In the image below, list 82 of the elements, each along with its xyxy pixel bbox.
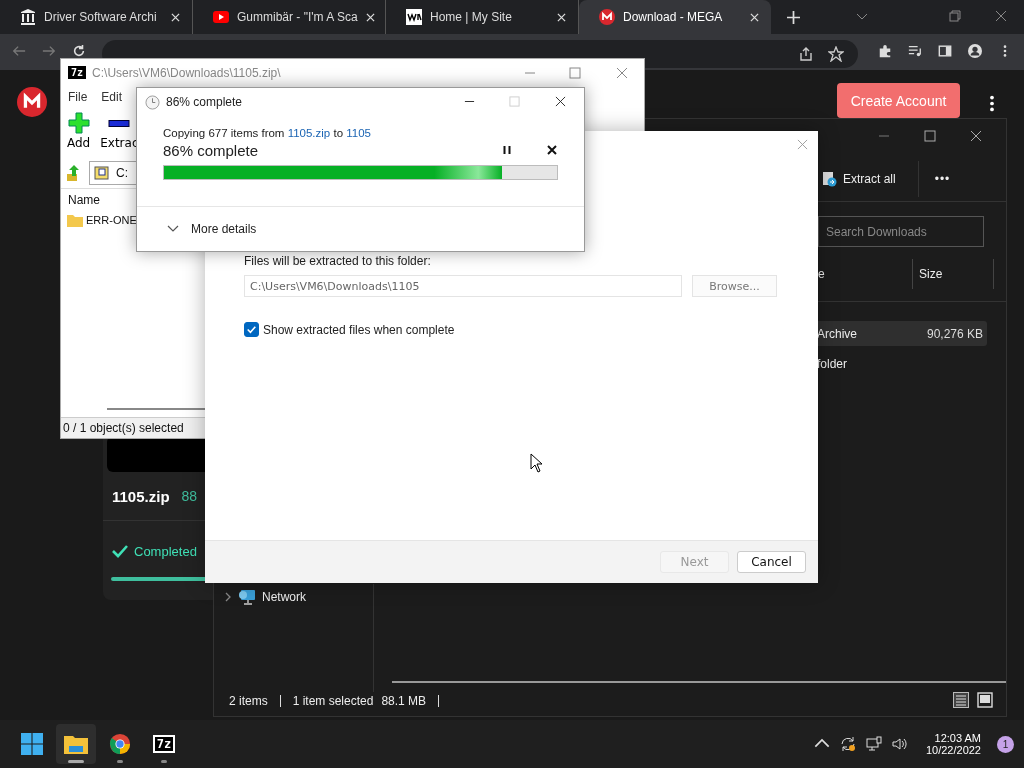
menu-item[interactable]: File xyxy=(68,90,88,104)
cursor-icon xyxy=(530,453,542,473)
clock-icon xyxy=(145,94,160,110)
item-count: 2 items xyxy=(229,694,268,708)
m-logo-icon[interactable] xyxy=(17,87,47,117)
plus-icon[interactable] xyxy=(787,10,800,24)
forward-icon[interactable] xyxy=(42,44,56,58)
window-title: 86% complete xyxy=(166,95,243,109)
status-text: Completed xyxy=(134,543,197,559)
destination-link[interactable]: 1105 xyxy=(346,127,371,139)
file-name: 1105.zip xyxy=(112,487,170,505)
folder-path-field[interactable]: C:\Users\VM6\Downloads\1105 xyxy=(244,275,682,297)
app-logo: 7z xyxy=(68,66,87,79)
toolbar-button[interactable]: Add xyxy=(65,110,93,156)
play-icon xyxy=(213,9,229,25)
status-text: 0 / 1 object(s) selected xyxy=(63,421,184,435)
search-field[interactable]: Search Downloads xyxy=(818,216,984,247)
copy-message: Copying 677 items from 1105.zip to 1105 xyxy=(163,127,372,139)
folder-label: Files will be extracted to this folder: xyxy=(244,254,432,268)
file-type: folder xyxy=(817,356,848,371)
progress-heading: 86% complete xyxy=(163,141,260,159)
puzzle-icon[interactable] xyxy=(878,44,892,58)
source-link[interactable]: 1105.zip xyxy=(287,127,331,139)
file-size: 90,276 KB xyxy=(926,326,983,341)
close-icon[interactable] xyxy=(546,144,558,156)
scrollbar[interactable] xyxy=(392,681,1006,683)
back-icon[interactable] xyxy=(12,44,26,58)
checkbox-label[interactable]: Show extracted files when complete xyxy=(263,322,455,337)
browser-tab[interactable]: Download - MEGA xyxy=(579,0,771,34)
taskbar-app[interactable]: 7z xyxy=(144,724,184,764)
chrome-icon xyxy=(108,733,132,755)
chevron-down-icon[interactable] xyxy=(167,225,179,233)
details-view-icon[interactable] xyxy=(953,692,969,708)
side-panel-icon[interactable] xyxy=(938,44,952,58)
network-icon[interactable] xyxy=(865,736,882,752)
pause-icon[interactable] xyxy=(501,144,513,156)
tiles-view-icon[interactable] xyxy=(977,692,993,708)
share-icon[interactable] xyxy=(798,46,814,62)
archive-icon xyxy=(94,165,110,181)
more-details-link[interactable]: More details xyxy=(191,222,257,236)
restore-icon[interactable] xyxy=(949,10,961,22)
file-size: 88 xyxy=(181,488,198,504)
columns-icon xyxy=(20,9,36,25)
folder-icon xyxy=(64,733,88,755)
profile-icon[interactable] xyxy=(968,44,982,58)
browse-button[interactable]: Browse... xyxy=(692,275,777,297)
reload-icon[interactable] xyxy=(72,44,86,58)
plus-icon xyxy=(67,112,90,134)
clock[interactable]: 12:03 AM 10/22/2022 xyxy=(925,732,981,756)
selection-size: 88.1 MB xyxy=(381,694,427,708)
menu-icon[interactable] xyxy=(989,95,995,112)
chevron-right-icon[interactable] xyxy=(224,591,232,603)
check-icon xyxy=(112,543,128,559)
column-header[interactable]: Size xyxy=(913,259,994,289)
sync-icon[interactable] xyxy=(839,736,856,752)
more-button[interactable]: ••• xyxy=(932,168,953,190)
file-name[interactable]: ERR-ONE xyxy=(86,214,137,226)
network-icon xyxy=(238,589,256,605)
taskbar-app[interactable] xyxy=(56,724,96,764)
minus-icon xyxy=(108,119,131,127)
folder-icon xyxy=(67,213,83,227)
notification-badge[interactable]: 1 xyxy=(997,735,1014,753)
site-icon xyxy=(406,9,422,25)
windows-icon xyxy=(20,733,44,755)
zip-extract-icon xyxy=(821,171,837,187)
selection-count: 1 item selected xyxy=(292,694,374,708)
cancel-button[interactable]: Cancel xyxy=(737,551,806,573)
playlist-icon[interactable] xyxy=(908,44,922,58)
close-icon[interactable] xyxy=(555,96,566,107)
close-icon[interactable] xyxy=(970,130,982,142)
star-icon[interactable] xyxy=(828,46,844,62)
file-type: Archive xyxy=(817,326,857,341)
maximize-icon[interactable] xyxy=(924,130,936,142)
menu-item[interactable]: Edit xyxy=(101,90,123,104)
column-header[interactable]: Name xyxy=(68,193,100,207)
checkbox[interactable] xyxy=(244,322,259,337)
window-title: C:\Users\VM6\Downloads\1105.zip\ xyxy=(92,65,281,80)
checkmark-icon xyxy=(245,323,258,336)
volume-icon[interactable] xyxy=(891,736,908,752)
m-logo-icon xyxy=(599,9,615,25)
nav-item[interactable]: Network xyxy=(262,590,306,604)
extract-all-button[interactable]: Extract all xyxy=(841,168,898,190)
